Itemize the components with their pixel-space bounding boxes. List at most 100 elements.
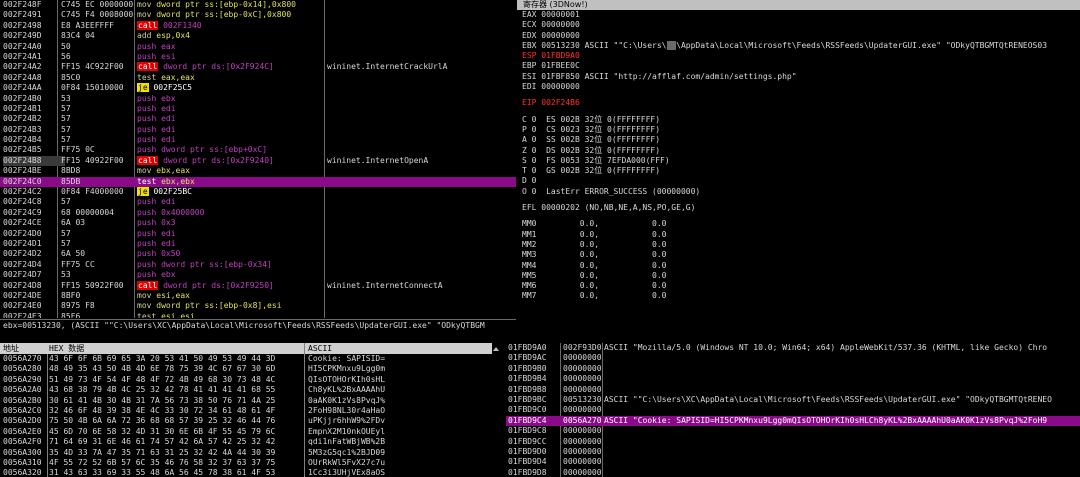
disasm-row[interactable]: 002F24E0 8975 F8 mov dword ptr ss:[ebp-0x8… [0, 301, 516, 311]
register-line[interactable]: EDI 00000000 [517, 82, 1080, 92]
dump-row[interactable]: 0056A2B0 30 61 41 4B 30 4B 31 7A 56 73 38… [0, 396, 492, 406]
disasm-row[interactable]: 002F24D7 53 push ebx [0, 270, 516, 280]
register-line[interactable]: C 0 ES 002B 32位 0(FFFFFFFF) [517, 115, 1080, 125]
dump-row[interactable]: 0056A270 43 6F 6F 6B 69 65 3A 20 53 41 50… [0, 354, 492, 364]
stack-row[interactable]: 01FBD9D0 00000000 [506, 447, 1080, 457]
disasm-row[interactable]: 002F24D4 FF75 CC push dword ptr ss:[ebp-0x… [0, 260, 516, 270]
hex-dump-pane[interactable]: 地址 HEX 数据 ASCII 0056A270 43 6F 6F 6B 69 6… [0, 343, 492, 477]
stack-row[interactable]: 01FBD9A0 002F93D0 ASCII "Mozilla/5.0 (Wind… [506, 343, 1080, 353]
register-line[interactable]: MM4 0.0, 0.0 [517, 261, 1080, 271]
stack-row[interactable]: 01FBD9B4 00000000 [506, 374, 1080, 384]
stack-row[interactable]: 01FBD9D8 00000000 [506, 468, 1080, 477]
stack-row[interactable]: 01FBD9AC 00000000 [506, 353, 1080, 363]
register-line[interactable]: MM5 0.0, 0.0 [517, 271, 1080, 281]
disasm-row[interactable]: 002F24DE 8BF0 mov esi,eax [0, 291, 516, 301]
stack-row[interactable]: 01FBD9C8 00000000 [506, 426, 1080, 436]
stack-row[interactable]: 01FBD9C4 0056A270 ASCII "Cookie: SAPISID=H… [506, 415, 1080, 427]
disasm-row[interactable]: 002F24D2 6A 50 push 0x50 [0, 249, 516, 259]
register-line[interactable]: MM1 0.0, 0.0 [517, 230, 1080, 240]
disasm-bytes: 53 [61, 93, 71, 103]
disasm-row[interactable]: 002F24B4 57 push edi [0, 135, 516, 145]
disasm-row[interactable]: 002F24D1 57 push edi [0, 239, 516, 249]
disasm-row[interactable]: 002F24A0 50 push eax [0, 42, 516, 52]
stack-pane[interactable]: 01FBD9A0 002F93D0 ASCII "Mozilla/5.0 (Wind… [506, 343, 1080, 477]
register-line[interactable]: MM7 0.0, 0.0 [517, 291, 1080, 301]
dump-row[interactable]: 0056A310 4F 55 72 52 6B 57 6C 35 46 76 58… [0, 458, 492, 468]
register-line[interactable]: Z 0 DS 002B 32位 0(FFFFFFFF) [517, 146, 1080, 156]
disasm-row[interactable]: 002F24C0 85DB test ebx,ebx [0, 176, 516, 188]
disasm-bytes: FF15 40922F00 [61, 155, 124, 165]
disasm-row[interactable]: 002F24B1 57 push edi [0, 104, 516, 114]
scroll-up-icon[interactable] [493, 347, 499, 351]
disasm-mnemonic: push [137, 145, 157, 155]
disasm-row[interactable]: 002F24A2 FF15 4C922F00 call dword ptr ds:[… [0, 62, 516, 72]
registers-pane[interactable]: 寄存器 (3DNow!) EAX 00000001 ECX 00000000 EDX… [517, 0, 1080, 318]
register-line[interactable]: MM2 0.0, 0.0 [517, 240, 1080, 250]
register-line[interactable]: EFL 00000202 (NO,NB,NE,A,NS,PO,GE,G) [517, 203, 1080, 213]
dump-row[interactable]: 0056A2D0 75 50 4B 6A 6A 72 36 68 68 57 39… [0, 416, 492, 426]
register-line[interactable]: T 0 GS 002B 32位 0(FFFFFFFF) [517, 166, 1080, 176]
dump-row[interactable]: 0056A290 51 49 73 4F 54 4F 48 4F 72 4B 49… [0, 375, 492, 385]
disasm-row[interactable]: 002F24A8 85C0 test eax,eax [0, 73, 516, 83]
stack-row[interactable]: 01FBD9C0 00000000 [506, 405, 1080, 415]
disasm-row[interactable]: 002F24B0 53 push ebx [0, 94, 516, 104]
register-line[interactable]: EAX 00000001 [517, 10, 1080, 20]
disassembly-pane[interactable]: 002F248F C745 EC 00000000 mov dword ptr ss… [0, 0, 516, 318]
disasm-row[interactable]: 002F24BE 8BD8 mov ebx,eax [0, 166, 516, 176]
disasm-row[interactable]: 002F24CE 6A 03 push 0x3 [0, 218, 516, 228]
disasm-row[interactable]: 002F249D 83C4 04 add esp,0x4 [0, 31, 516, 41]
disasm-row[interactable]: 002F2498 E8 A3EEFFFF call 002F1340 [0, 20, 516, 31]
disasm-row[interactable]: 002F24AA 0F84 15010000 je 002F25C5 [0, 83, 516, 93]
register-line[interactable]: D 0 [517, 176, 1080, 186]
disasm-row[interactable]: 002F24C2 0F84 F4000000 je 002F25BC [0, 187, 516, 197]
register-line[interactable]: MM3 0.0, 0.0 [517, 250, 1080, 260]
disasm-bytes: 8BD8 [61, 166, 81, 176]
disasm-row[interactable]: 002F248F C745 EC 00000000 mov dword ptr ss… [0, 0, 516, 10]
disasm-row[interactable]: 002F24B8 FF15 40922F00 call dword ptr ds:[… [0, 155, 516, 167]
register-line[interactable]: ESI 01FBF850 ASCII "http://afflaf.com/ad… [517, 72, 1080, 82]
register-line[interactable]: ECX 00000000 [517, 20, 1080, 30]
dump-row[interactable]: 0056A2E0 45 6D 70 6E 58 32 4D 31 30 6E 6B… [0, 427, 492, 437]
dump-header-address[interactable]: 地址 [3, 343, 47, 354]
disasm-row[interactable]: 002F24B2 57 push edi [0, 114, 516, 124]
disasm-row[interactable]: 002F24C9 68 00000004 push 0x4000000 [0, 208, 516, 218]
register-line[interactable]: S 0 FS 0053 32位 7EFDA000(FFF) [517, 156, 1080, 166]
register-line[interactable]: MM0 0.0, 0.0 [517, 219, 1080, 229]
dump-header-ascii[interactable]: ASCII [308, 343, 492, 354]
register-line[interactable]: EIP 002F24B6 [517, 98, 1080, 108]
dump-row[interactable]: 0056A2C0 32 46 6F 48 39 38 4E 4C 33 30 72… [0, 406, 492, 416]
stack-row[interactable]: 01FBD9BC 00513230 ASCII ""C:\Users\XC\AppD… [506, 395, 1080, 405]
stack-row[interactable]: 01FBD9D4 00000000 [506, 457, 1080, 467]
disasm-row[interactable]: 002F24B3 57 push edi [0, 125, 516, 135]
disasm-row[interactable]: 002F24B5 FF75 0C push dword ptr ss:[ebp+0x… [0, 145, 516, 155]
stack-row[interactable]: 01FBD9CC 00000000 [506, 437, 1080, 447]
dump-row[interactable]: 0056A280 48 49 35 43 50 4B 4D 6E 78 75 39… [0, 364, 492, 374]
disasm-row[interactable]: 002F24C8 57 push edi [0, 197, 516, 207]
stack-row[interactable]: 01FBD9B0 00000000 [506, 364, 1080, 374]
register-line[interactable]: EBX 00513230 ASCII ""C:\Users\XC\AppData… [517, 40, 1080, 51]
dump-row[interactable]: 0056A2A0 43 68 38 79 4B 4C 25 32 42 78 41… [0, 385, 492, 395]
disasm-row[interactable]: 002F24A1 56 push esi [0, 52, 516, 62]
dump-row[interactable]: 0056A320 31 43 63 33 69 33 55 48 6A 56 45… [0, 468, 492, 477]
stack-row[interactable]: 01FBD9B8 00000000 [506, 385, 1080, 395]
register-line[interactable]: O 0 LastErr ERROR_SUCCESS (00000000) [517, 187, 1080, 197]
dump-row[interactable]: 0056A300 35 4D 33 7A 47 35 71 63 31 25 32… [0, 448, 492, 458]
disasm-row[interactable]: 002F24D0 57 push edi [0, 229, 516, 239]
disasm-row[interactable]: 002F2491 C745 F4 00080000 mov dword ptr ss… [0, 10, 516, 20]
disasm-operands: ebx [161, 270, 176, 280]
disasm-instruction: push edi [137, 197, 327, 207]
disasm-operands: 002F25BC [153, 187, 192, 197]
disasm-instruction: push 0x4000000 [137, 208, 327, 218]
register-line[interactable]: EDX 00000000 [517, 31, 1080, 41]
register-line[interactable]: EBP 01FBEE0C [517, 61, 1080, 71]
dump-header-hex[interactable]: HEX 数据 [49, 343, 304, 354]
register-line[interactable]: ESP 01FBD9A0 [517, 51, 1080, 61]
dump-row[interactable]: 0056A2F0 71 64 69 31 6E 46 61 74 57 42 6A… [0, 437, 492, 447]
register-line[interactable]: MM6 0.0, 0.0 [517, 281, 1080, 291]
dump-scrollbar[interactable] [493, 343, 506, 477]
disasm-address: 002F24B3 [3, 124, 42, 134]
disasm-row[interactable]: 002F24E3 85F6 test esi,esi [0, 312, 516, 318]
disasm-row[interactable]: 002F24D8 FF15 50922F00 call dword ptr ds:[… [0, 280, 516, 291]
register-line[interactable]: A 0 SS 002B 32位 0(FFFFFFFF) [517, 135, 1080, 145]
register-line[interactable]: P 0 CS 0023 32位 0(FFFFFFFF) [517, 125, 1080, 135]
